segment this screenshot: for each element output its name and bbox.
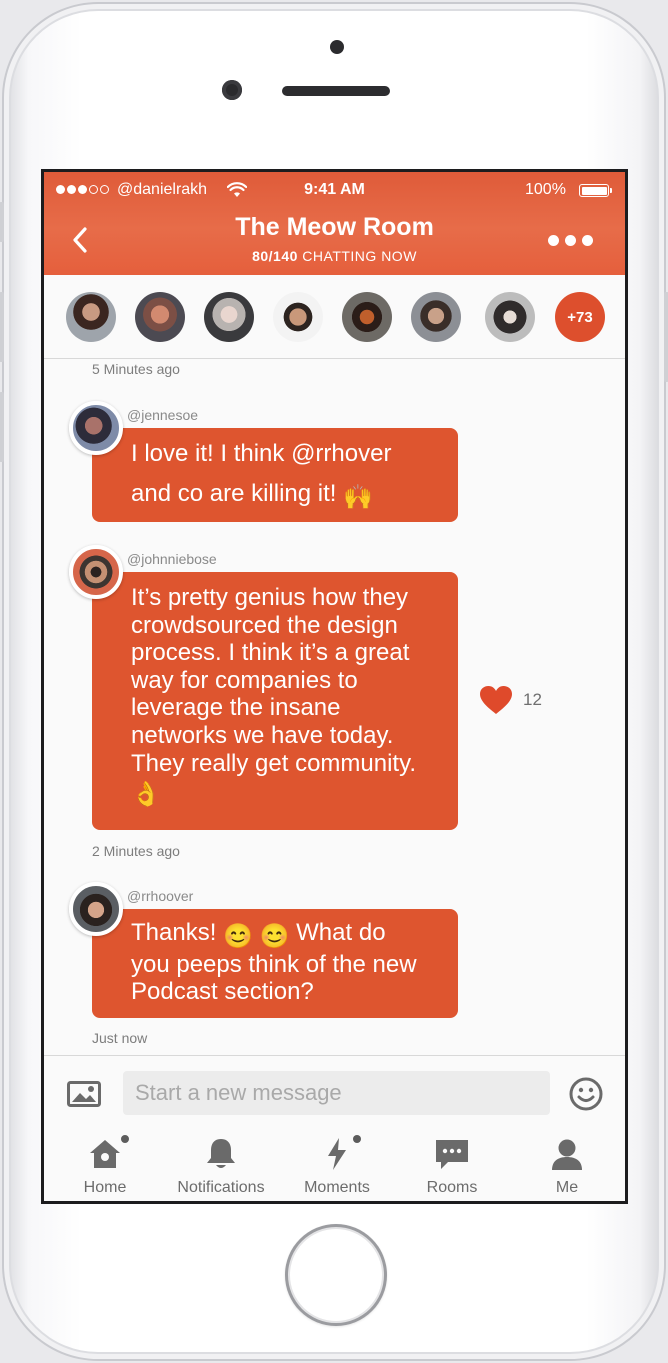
- heart-icon[interactable]: [479, 685, 513, 715]
- mute-switch: [0, 202, 4, 242]
- tab-label: Notifications: [177, 1179, 265, 1196]
- message-bubble[interactable]: Thanks! 😊 😊 What do you peeps think of t…: [92, 909, 458, 1018]
- image-icon[interactable]: [67, 1081, 101, 1107]
- user-avatar[interactable]: [69, 882, 123, 936]
- participant-avatar[interactable]: [273, 292, 323, 342]
- phone-screen: @danielrakh 9:41 AM 100% The Meow Room 8…: [41, 169, 628, 1204]
- tab-moments[interactable]: Moments: [279, 1127, 395, 1201]
- battery-icon: [579, 184, 609, 197]
- ok-hand-emoji: 👌: [131, 781, 161, 809]
- smile-icon[interactable]: [569, 1077, 603, 1111]
- home-badge-dot: [121, 1135, 129, 1143]
- front-camera: [222, 80, 242, 100]
- tab-bar: Home Notifications Moments Rooms Me: [44, 1127, 625, 1201]
- tab-home[interactable]: Home: [47, 1127, 163, 1201]
- battery-tip: [610, 188, 612, 193]
- message-username[interactable]: @rrhoover: [127, 888, 193, 904]
- battery-percentage: 100%: [525, 181, 566, 198]
- message-text: It’s pretty genius how they crowdsourced…: [131, 584, 416, 777]
- timestamp: Just now: [92, 1030, 148, 1046]
- message-username[interactable]: @johnniebose: [127, 551, 217, 567]
- home-button[interactable]: [285, 1224, 387, 1326]
- earpiece-speaker: [282, 86, 390, 96]
- chatting-label: CHATTING NOW: [302, 248, 417, 264]
- participant-avatar[interactable]: [411, 292, 461, 342]
- volume-down-button: [0, 392, 4, 462]
- message-bubble[interactable]: I love it! I think @rrhover and co are k…: [92, 428, 458, 522]
- tab-label: Home: [83, 1179, 127, 1196]
- app-header: @danielrakh 9:41 AM 100% The Meow Room 8…: [44, 172, 625, 275]
- smiling-face-emoji: 😊 😊: [223, 923, 290, 950]
- tab-notifications[interactable]: Notifications: [163, 1127, 279, 1201]
- chatting-count: 80/140: [252, 248, 298, 264]
- lightning-icon: [279, 1137, 395, 1171]
- like-count: 12: [523, 690, 542, 709]
- raised-hands-emoji: 🙌: [343, 484, 374, 511]
- chat-bubble-icon: [394, 1137, 510, 1171]
- volume-up-button: [0, 292, 4, 362]
- tab-me[interactable]: Me: [509, 1127, 625, 1201]
- participant-avatar[interactable]: [342, 292, 392, 342]
- tab-label: Moments: [304, 1179, 370, 1196]
- timestamp: 2 Minutes ago: [92, 843, 180, 859]
- bell-icon: [163, 1137, 279, 1171]
- proximity-sensor: [330, 40, 344, 54]
- participant-avatar[interactable]: [204, 292, 254, 342]
- room-title: The Meow Room: [235, 213, 434, 241]
- participants-bar: +73: [44, 275, 625, 359]
- message-composer: [44, 1055, 625, 1127]
- moments-badge-dot: [353, 1135, 361, 1143]
- message-bubble[interactable]: It’s pretty genius how they crowdsourced…: [92, 572, 458, 830]
- message-text: Thanks!: [131, 919, 217, 946]
- tab-label: Me: [555, 1179, 579, 1196]
- participant-avatar[interactable]: [135, 292, 185, 342]
- app-screen: @danielrakh 9:41 AM 100% The Meow Room 8…: [44, 172, 625, 1201]
- person-icon: [509, 1137, 625, 1171]
- participant-avatar[interactable]: [66, 292, 116, 342]
- more-horizontal-icon[interactable]: [548, 235, 593, 246]
- message-input[interactable]: [123, 1071, 550, 1115]
- tab-rooms[interactable]: Rooms: [394, 1127, 510, 1201]
- like-indicator[interactable]: 12: [479, 685, 542, 715]
- user-avatar[interactable]: [69, 545, 123, 599]
- user-avatar[interactable]: [69, 401, 123, 455]
- power-button: [664, 292, 668, 382]
- more-participants-badge[interactable]: +73: [555, 292, 605, 342]
- timestamp: 5 Minutes ago: [92, 361, 180, 377]
- tab-label: Rooms: [426, 1179, 478, 1196]
- message-username[interactable]: @jennesoe: [127, 407, 198, 423]
- status-bar: @danielrakh 9:41 AM 100%: [44, 180, 625, 202]
- home-icon: [47, 1137, 163, 1171]
- room-subtitle: 80/140 CHATTING NOW: [44, 248, 625, 264]
- participant-avatar[interactable]: [485, 292, 535, 342]
